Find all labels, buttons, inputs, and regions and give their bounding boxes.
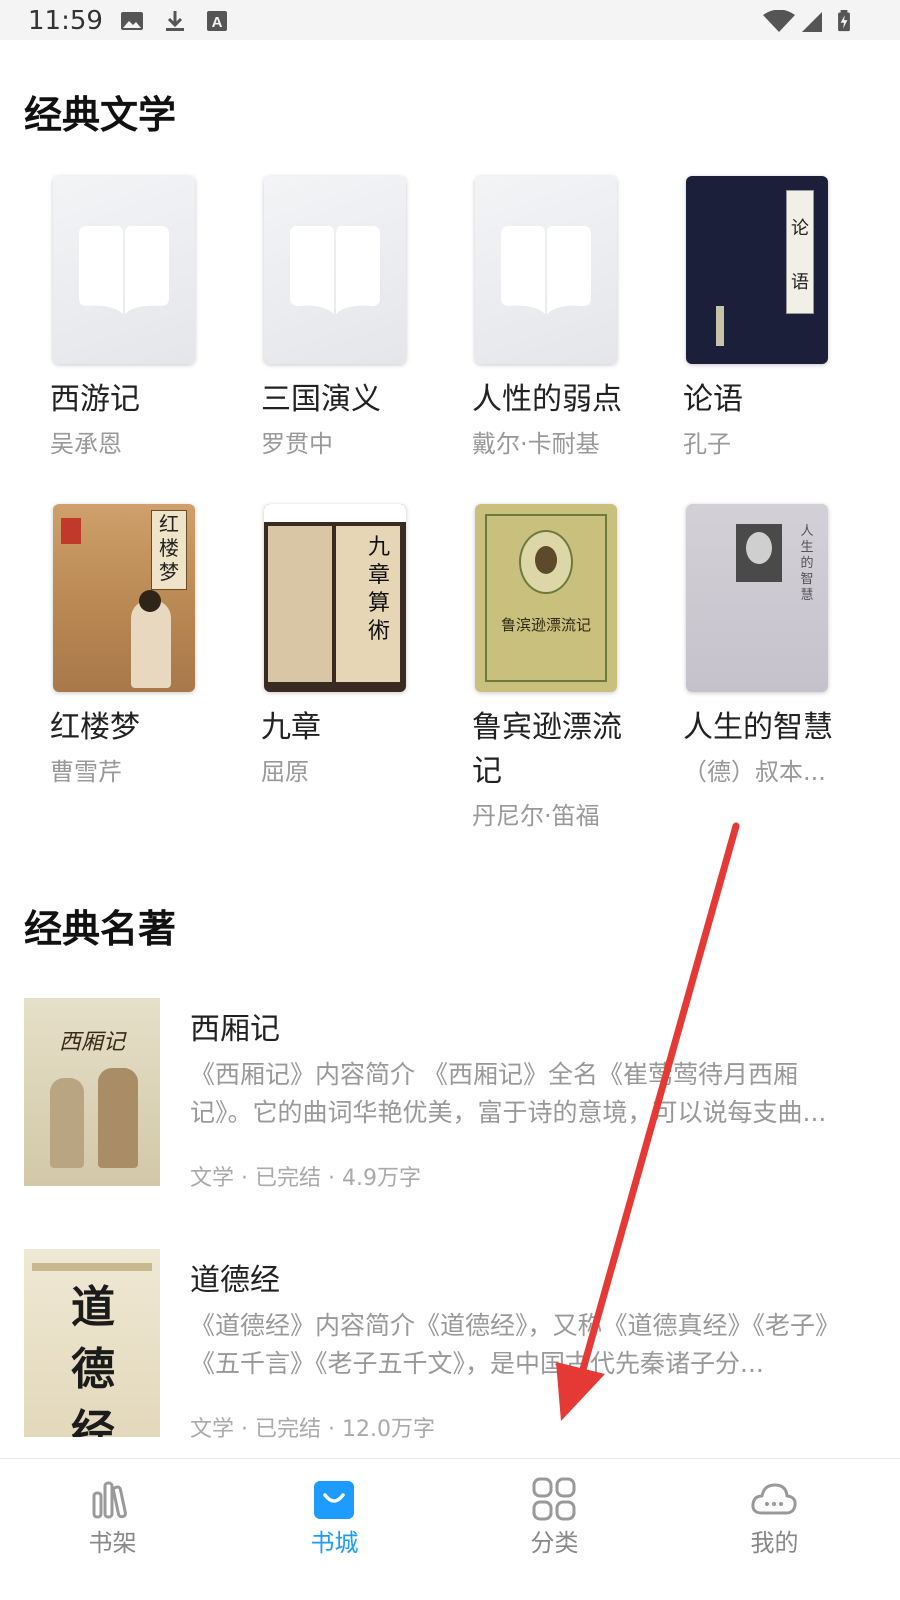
book-author: 丹尼尔·笛福	[472, 802, 600, 830]
book-card[interactable]: 人生的智慧 人生的智慧 （德）叔本...	[683, 504, 863, 824]
image-icon	[121, 12, 143, 30]
cover-title: 道德经	[71, 1282, 115, 1437]
book-title: 三国演义	[261, 382, 381, 417]
book-title: 鲁宾逊漂流记	[472, 710, 622, 789]
book-card[interactable]: 鲁滨逊漂流记 鲁宾逊漂流记 丹尼尔·笛福	[472, 504, 652, 844]
book-card[interactable]: 西游记 吴承恩	[50, 176, 230, 476]
list-item-description: 《西厢记》内容简介 《西厢记》全名《崔莺莺待月西厢记》。它的曲词华艳优美，富于诗…	[190, 1060, 827, 1127]
list-item[interactable]: 道德经 道德经 《道德经》内容简介《道德经》，又称《道德真经》《老子》《五千言》…	[0, 1249, 900, 1442]
nav-label: 我的	[750, 1529, 799, 1557]
cover-title: 西厢记	[58, 1030, 125, 1055]
cover-title: 九章算術	[367, 535, 390, 644]
nav-item-bookshelf[interactable]: 书架	[0, 1459, 225, 1600]
cover-title: 鲁滨逊漂流记	[500, 616, 591, 634]
list-item-title: 道德经	[190, 1263, 280, 1298]
book-card[interactable]: 九章算術 九章 屈原	[261, 504, 441, 824]
book-cover-robinson: 鲁滨逊漂流记	[475, 504, 617, 692]
open-book-icon	[290, 226, 380, 314]
nav-label: 分类	[530, 1529, 579, 1557]
book-cover-placeholder	[264, 176, 406, 364]
book-cover-placeholder	[475, 176, 617, 364]
book-author: 孔子	[683, 430, 731, 458]
bottom-nav: 书架 书城 分类 我的	[0, 1458, 900, 1600]
status-bar: 11:59 A	[0, 0, 900, 40]
download-icon	[166, 11, 184, 31]
book-title: 红楼梦	[50, 710, 140, 745]
book-cover-lunyu: 论 语	[686, 176, 828, 364]
nav-label: 书架	[88, 1529, 137, 1557]
book-cover-jiuzhang: 九章算術	[264, 504, 406, 692]
wifi-icon	[763, 10, 795, 32]
battery-icon	[838, 10, 850, 32]
cover-title: 论 语	[791, 218, 809, 293]
book-title: 九章	[261, 710, 321, 745]
bookshelf-icon	[92, 1481, 127, 1519]
book-cover-rensheng: 人生的智慧	[686, 504, 828, 692]
book-author: 戴尔·卡耐基	[472, 430, 600, 458]
book-author: 屈原	[261, 758, 309, 786]
cover-title: 红楼梦	[159, 512, 179, 584]
list-item-description: 《道德经》内容简介《道德经》，又称《道德真经》《老子》《五千言》《老子五千文》，…	[190, 1311, 841, 1378]
book-card[interactable]: 人性的弱点 戴尔·卡耐基	[472, 176, 652, 476]
book-author: 曹雪芹	[50, 758, 122, 786]
book-cover-daodejing: 道德经	[24, 1249, 160, 1437]
nav-item-bookstore[interactable]: 书城	[222, 1459, 447, 1600]
book-author: 吴承恩	[50, 430, 122, 458]
book-title: 西游记	[50, 382, 140, 417]
list-item-meta: 文学 · 已完结 · 12.0万字	[190, 1417, 435, 1442]
open-book-icon	[501, 226, 591, 314]
bag-icon	[314, 1481, 354, 1519]
book-card[interactable]: 红楼梦 红楼梦 曹雪芹	[50, 504, 230, 824]
signal-icon	[802, 12, 822, 32]
book-title: 人性的弱点	[472, 382, 622, 417]
section-title-classic-masterpieces: 经典名著	[24, 907, 177, 951]
list-item[interactable]: 西厢记 西厢记 《西厢记》内容简介 《西厢记》全名《崔莺莺待月西厢记》。它的曲词…	[0, 998, 900, 1191]
list-item-meta: 文学 · 已完结 · 4.9万字	[190, 1166, 421, 1191]
status-time: 11:59	[28, 6, 103, 36]
text-icon: A	[207, 11, 227, 31]
open-book-icon	[79, 226, 169, 314]
book-author: （德）叔本...	[683, 758, 826, 786]
svg-text:A: A	[212, 14, 223, 31]
nav-item-mine[interactable]: 我的	[662, 1459, 887, 1600]
book-author: 罗贯中	[261, 430, 333, 458]
book-title: 人生的智慧	[683, 710, 833, 745]
book-cover-honglou: 红楼梦	[53, 504, 195, 692]
cloud-icon	[751, 1483, 797, 1515]
cover-title: 人生的智慧	[800, 524, 814, 603]
book-cover-placeholder	[53, 176, 195, 364]
list-item-title: 西厢记	[190, 1012, 280, 1047]
book-card[interactable]: 三国演义 罗贯中	[261, 176, 441, 476]
grid-icon	[532, 1477, 576, 1521]
book-cover-xixiang: 西厢记	[24, 998, 160, 1186]
nav-label: 书城	[310, 1529, 359, 1557]
nav-item-category[interactable]: 分类	[442, 1459, 667, 1600]
book-card[interactable]: 论 语 论语 孔子	[683, 176, 863, 476]
section-title-classic-literature: 经典文学	[24, 93, 177, 137]
book-title: 论语	[683, 382, 743, 417]
